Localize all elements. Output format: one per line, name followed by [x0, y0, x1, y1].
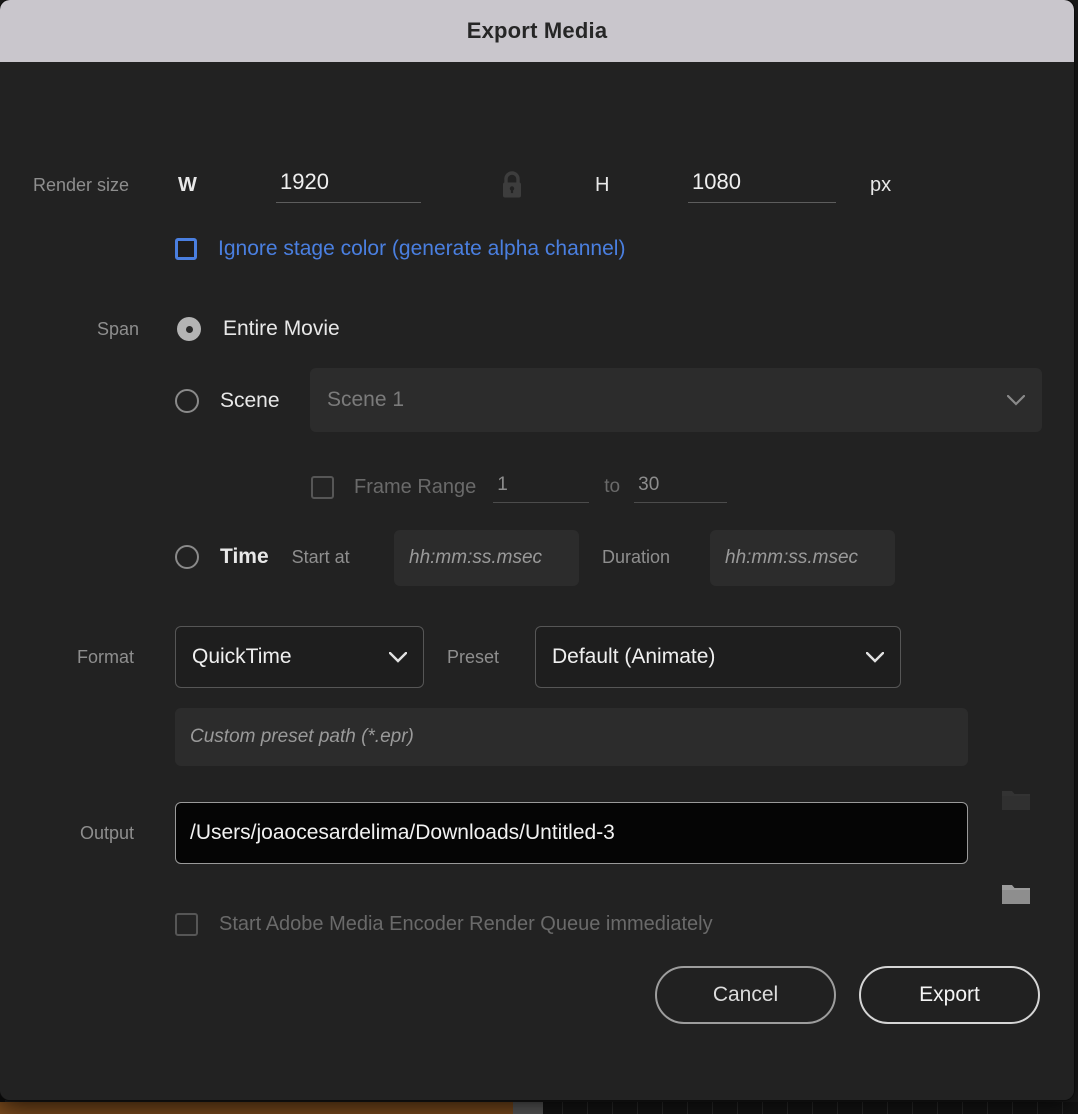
ruler-tick	[688, 1102, 713, 1114]
preset-select-value: Default (Animate)	[552, 645, 716, 668]
ruler-tick	[938, 1102, 963, 1114]
preset-label: Preset	[447, 647, 500, 667]
preset-select[interactable]: Default (Animate)	[535, 626, 901, 688]
export-media-dialog: Export Media Render size W 1920 H 1080 p…	[0, 0, 1074, 1100]
time-start-label: Start at	[291, 546, 350, 567]
span-row: Span Entire Movie	[97, 312, 340, 346]
cancel-button-label: Cancel	[712, 983, 779, 1006]
format-select[interactable]: QuickTime	[175, 626, 424, 688]
radio-scene-label: Scene	[220, 389, 280, 412]
media-encoder-label: Start Adobe Media Encoder Render Queue i…	[219, 912, 713, 935]
scene-radio-row[interactable]: Scene	[175, 384, 280, 418]
time-duration-label: Duration	[602, 547, 671, 567]
span-label: Span	[97, 318, 140, 339]
ignore-stage-color-label: Ignore stage color (generate alpha chann…	[218, 237, 626, 260]
width-input[interactable]: 1920	[276, 167, 421, 203]
ruler-tick	[738, 1102, 763, 1114]
ruler-tick	[763, 1102, 788, 1114]
backdrop-timeline-ruler	[513, 1102, 1078, 1114]
radio-entire-movie-label: Entire Movie	[223, 317, 340, 340]
scene-select[interactable]: Scene 1	[310, 368, 1042, 432]
height-label: H	[595, 173, 610, 196]
ruler-tick	[913, 1102, 938, 1114]
radio-time-label: Time	[220, 545, 269, 568]
format-label: Format	[77, 647, 135, 667]
ruler-tick	[1038, 1102, 1063, 1114]
height-input[interactable]: 1080	[688, 167, 836, 203]
time-duration-placeholder: hh:mm:ss.msec	[725, 547, 859, 568]
ruler-tick	[813, 1102, 838, 1114]
time-start-placeholder: hh:mm:ss.msec	[409, 547, 543, 568]
frame-range-checkbox[interactable]	[311, 475, 334, 499]
render-size-row: Render size W 1920 H 1080 px	[33, 162, 1033, 208]
frame-range-to-label: to	[604, 476, 621, 497]
ruler-tick	[588, 1102, 613, 1114]
radio-time[interactable]	[175, 545, 199, 569]
chevron-down-icon	[866, 651, 884, 663]
export-button[interactable]: Export	[859, 966, 1040, 1024]
ruler-tick	[713, 1102, 738, 1114]
cancel-button[interactable]: Cancel	[655, 966, 836, 1024]
ruler-tick	[613, 1102, 638, 1114]
radio-scene[interactable]	[175, 389, 199, 413]
dialog-title: Export Media	[466, 18, 608, 43]
export-button-label: Export	[919, 983, 980, 1006]
ruler-tick	[888, 1102, 913, 1114]
render-size-unit-label: px	[870, 173, 892, 196]
output-path-input[interactable]: /Users/joaocesardelima/Downloads/Untitle…	[175, 802, 968, 864]
ruler-tick	[663, 1102, 688, 1114]
width-label: W	[178, 173, 197, 196]
output-path-value: /Users/joaocesardelima/Downloads/Untitle…	[190, 821, 615, 844]
ruler-playhead-marker	[513, 1102, 543, 1114]
output-browse-folder-icon[interactable]	[1001, 882, 1031, 906]
frame-range-from-input[interactable]: 1	[493, 472, 590, 503]
ruler-tick	[788, 1102, 813, 1114]
render-size-label: Render size	[33, 174, 130, 195]
dialog-title-bar: Export Media	[0, 0, 1074, 62]
media-encoder-checkbox[interactable]	[175, 912, 198, 936]
custom-preset-path-placeholder: Custom preset path (*.epr)	[190, 726, 414, 747]
ignore-stage-color-row[interactable]: Ignore stage color (generate alpha chann…	[175, 232, 625, 266]
chevron-down-icon	[389, 651, 407, 663]
ignore-stage-color-checkbox[interactable]	[175, 238, 197, 260]
scene-select-value: Scene 1	[327, 388, 405, 411]
dialog-body: Render size W 1920 H 1080 px Ignore stag…	[0, 62, 1074, 1100]
output-label: Output	[80, 823, 135, 843]
ruler-tick	[1063, 1102, 1078, 1114]
radio-entire-movie[interactable]	[177, 317, 201, 341]
time-radio-row[interactable]: Time Start at	[175, 540, 350, 574]
ruler-tick	[638, 1102, 663, 1114]
ruler-tick	[988, 1102, 1013, 1114]
lock-closed-icon[interactable]	[499, 170, 525, 200]
time-start-input[interactable]: hh:mm:ss.msec	[394, 530, 579, 586]
time-duration-input[interactable]: hh:mm:ss.msec	[710, 530, 895, 586]
custom-preset-path-input[interactable]: Custom preset path (*.epr)	[175, 708, 968, 766]
frame-range-row[interactable]: Frame Range 1 to 30	[311, 467, 728, 507]
chevron-down-icon	[1007, 394, 1025, 406]
ruler-tick	[563, 1102, 588, 1114]
frame-range-label: Frame Range	[354, 475, 477, 498]
ruler-tick	[1013, 1102, 1038, 1114]
preset-browse-folder-icon[interactable]	[1001, 788, 1031, 812]
frame-range-to-input[interactable]: 30	[634, 472, 728, 503]
ruler-tick	[838, 1102, 863, 1114]
format-select-value: QuickTime	[192, 645, 292, 668]
ruler-tick	[863, 1102, 888, 1114]
media-encoder-row[interactable]: Start Adobe Media Encoder Render Queue i…	[175, 907, 713, 941]
ruler-tick	[963, 1102, 988, 1114]
